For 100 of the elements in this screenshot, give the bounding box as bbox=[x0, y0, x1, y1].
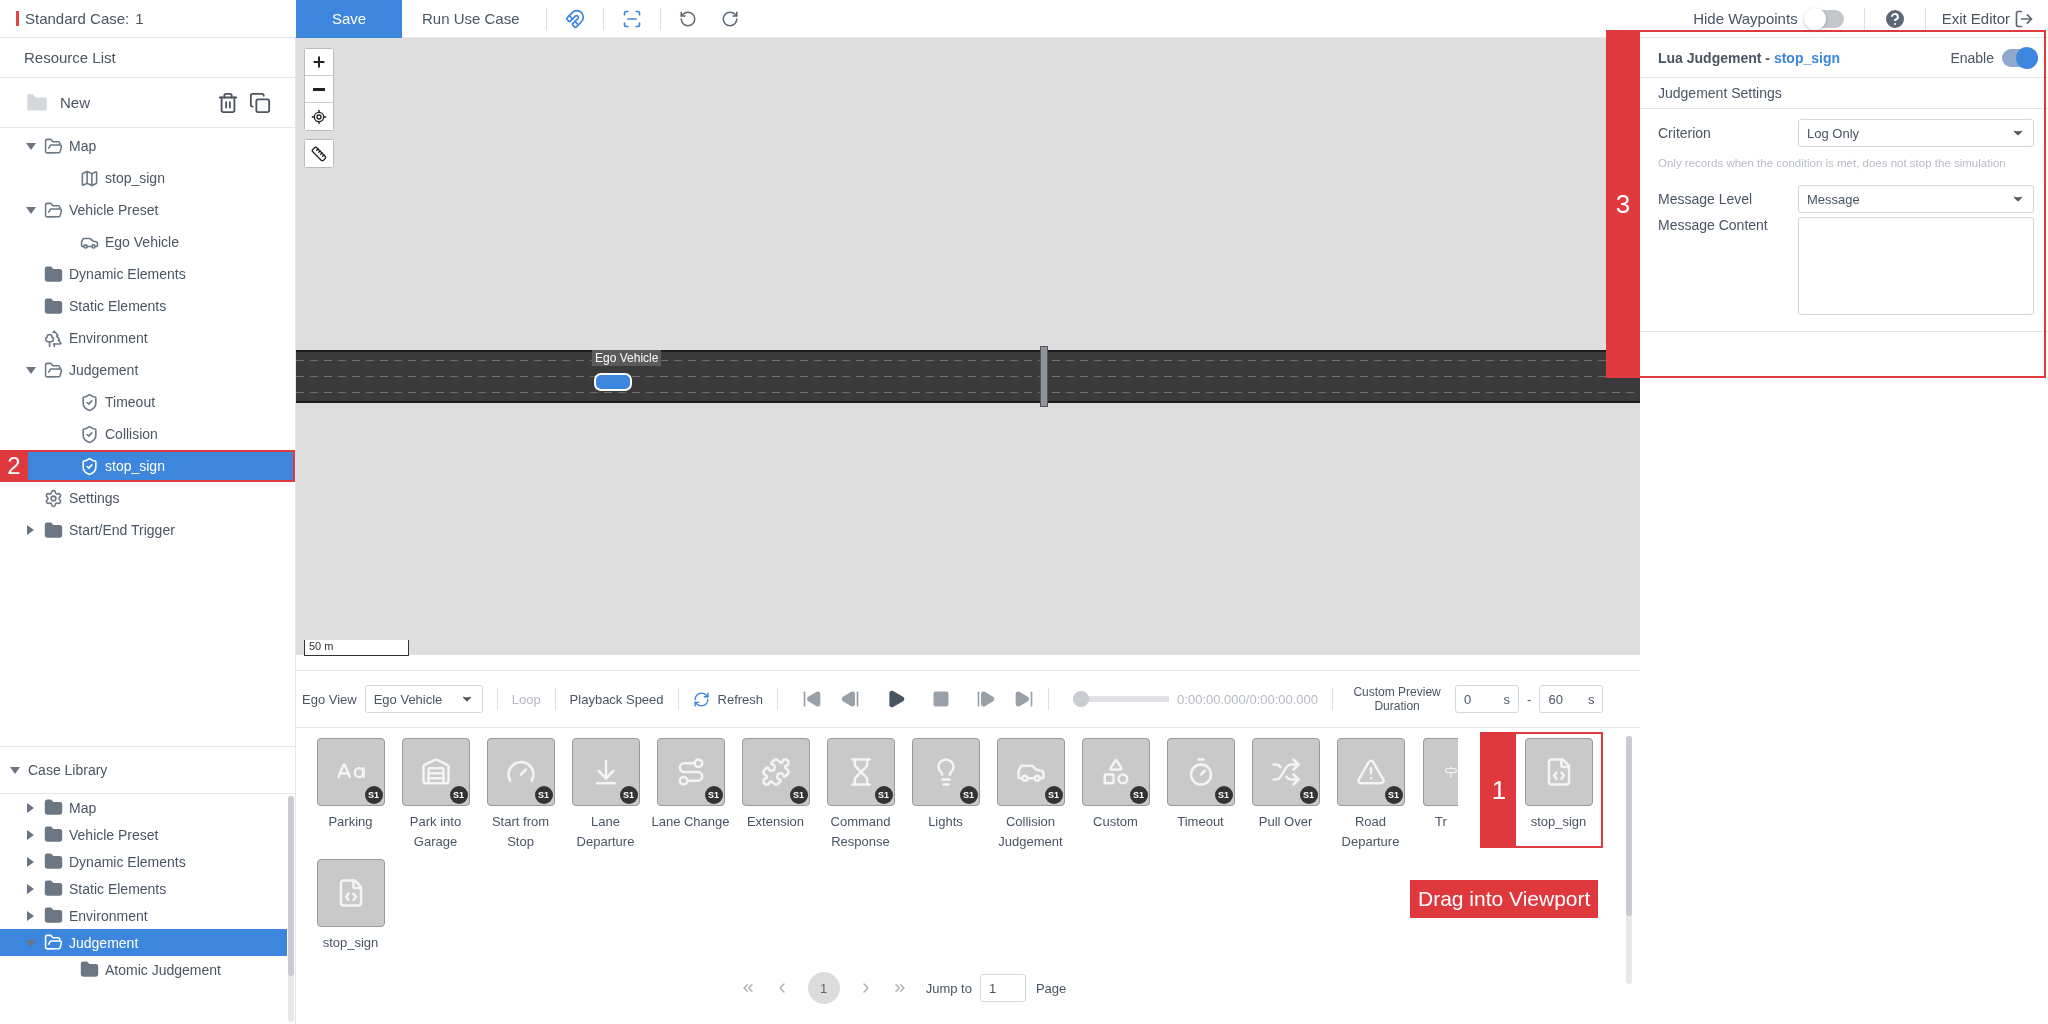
case-tile[interactable]: S1 bbox=[1081, 738, 1150, 806]
step-forward-icon[interactable] bbox=[976, 689, 997, 709]
play-icon[interactable] bbox=[886, 689, 907, 709]
tree-item[interactable]: Vehicle Preset bbox=[0, 821, 287, 848]
tree-item[interactable]: Atomic Judgement bbox=[0, 956, 287, 983]
tree-item[interactable]: stop_sign bbox=[0, 162, 295, 194]
case-tile[interactable]: S1 bbox=[1166, 738, 1235, 806]
puzzle-icon bbox=[760, 757, 791, 787]
zoom-in-button[interactable] bbox=[305, 49, 333, 76]
start-field[interactable]: 0 s bbox=[1455, 685, 1520, 713]
tree-item[interactable]: Map bbox=[0, 130, 295, 162]
tree-item[interactable]: Dynamic Elements bbox=[0, 258, 295, 290]
vehicle-marker[interactable] bbox=[594, 373, 632, 391]
annotation-number: 3 bbox=[1606, 30, 1640, 378]
case-tile[interactable]: S1 bbox=[1251, 738, 1320, 806]
ruler-button[interactable] bbox=[305, 140, 333, 167]
scrollbar[interactable] bbox=[288, 796, 294, 1022]
tree-item[interactable]: Environment bbox=[0, 322, 295, 354]
playback-speed-label[interactable]: Playback Speed bbox=[569, 691, 664, 707]
tile-badge: S1 bbox=[1044, 786, 1063, 804]
case-tile[interactable]: S1 bbox=[316, 738, 385, 806]
progress-thumb[interactable] bbox=[1073, 691, 1090, 707]
jump-to-field[interactable]: 1 bbox=[979, 974, 1026, 1002]
tile-badge: S1 bbox=[789, 786, 808, 804]
case-label: Standard Case: bbox=[25, 10, 130, 27]
undo-icon bbox=[678, 9, 697, 28]
case-tile[interactable] bbox=[1423, 738, 1458, 806]
tree-item[interactable]: Environment bbox=[0, 902, 287, 929]
tree-item[interactable]: Judgement bbox=[0, 354, 295, 386]
tree-item[interactable]: Judgement bbox=[0, 929, 287, 956]
case-tile[interactable]: S1 bbox=[571, 738, 640, 806]
message-content-field[interactable] bbox=[1798, 217, 2034, 315]
warning-icon bbox=[1355, 757, 1386, 787]
shield-icon bbox=[80, 424, 99, 444]
tree-item[interactable]: Dynamic Elements bbox=[0, 848, 287, 875]
open-folder-icon bbox=[44, 360, 63, 380]
garage-icon bbox=[420, 757, 451, 787]
folder-icon bbox=[44, 296, 63, 316]
case-tile[interactable]: S1 bbox=[1336, 738, 1405, 806]
annotation-label: Drag into Viewport bbox=[1410, 880, 1599, 918]
hide-waypoints-toggle[interactable] bbox=[1805, 9, 1844, 28]
case-number: 1 bbox=[135, 10, 144, 27]
tree-item[interactable]: Timeout bbox=[0, 386, 295, 418]
ego-view-select[interactable]: Ego Vehicle bbox=[364, 685, 483, 713]
enable-toggle[interactable] bbox=[2002, 48, 2036, 67]
case-tile[interactable]: S1 bbox=[826, 738, 895, 806]
tree-item[interactable]: Start/End Trigger bbox=[0, 514, 295, 546]
map-icon bbox=[80, 168, 99, 188]
shield-icon bbox=[80, 456, 99, 476]
skip-back-icon[interactable] bbox=[802, 689, 823, 709]
refresh-button[interactable]: Refresh bbox=[717, 691, 764, 707]
scrollbar[interactable] bbox=[1626, 736, 1632, 984]
folder-icon bbox=[44, 879, 63, 898]
copy-icon[interactable] bbox=[249, 91, 271, 114]
case-tile[interactable]: S1 bbox=[486, 738, 555, 806]
exit-icon[interactable] bbox=[2014, 8, 2034, 29]
vehicle-label: Ego Vehicle bbox=[592, 350, 662, 366]
run-use-case-button[interactable]: Run Use Case bbox=[402, 10, 540, 27]
tree-item[interactable]: Collision bbox=[0, 418, 295, 450]
tree-item[interactable]: Ego Vehicle bbox=[0, 226, 295, 258]
message-level-select[interactable]: Message bbox=[1798, 185, 2034, 213]
tile-label: Extension bbox=[745, 813, 806, 831]
ruler-icon bbox=[311, 145, 327, 162]
page-button[interactable]: 1 bbox=[807, 972, 840, 1004]
tree-item[interactable]: 2 stop_sign bbox=[0, 450, 295, 482]
case-tile[interactable]: S1 bbox=[401, 738, 470, 806]
criterion-select[interactable]: Log Only bbox=[1798, 119, 2034, 147]
exit-editor-button[interactable]: Exit Editor bbox=[1931, 10, 2014, 27]
redo-icon bbox=[720, 9, 739, 28]
tree-item[interactable]: Static Elements bbox=[0, 290, 295, 322]
criterion-hint: Only records when the condition is met, does not stop the simulation bbox=[1657, 156, 2007, 171]
minus-icon bbox=[313, 87, 325, 91]
end-field[interactable]: 60 s bbox=[1539, 685, 1604, 713]
case-tile[interactable]: S1 bbox=[741, 738, 810, 806]
enable-label: Enable bbox=[1950, 49, 1994, 66]
tree-item[interactable]: Static Elements bbox=[0, 875, 287, 902]
refresh-icon[interactable] bbox=[692, 690, 710, 708]
step-back-icon[interactable] bbox=[840, 689, 861, 709]
resource-list-title: Resource List bbox=[0, 38, 295, 78]
panel-title: Lua Judgement - stop_sign bbox=[1658, 49, 1841, 66]
case-library-header[interactable]: Case Library bbox=[0, 747, 295, 793]
tile-badge: S1 bbox=[449, 786, 468, 804]
skip-forward-icon[interactable] bbox=[1014, 689, 1035, 709]
tile-badge: S1 bbox=[1299, 786, 1318, 804]
case-tile[interactable]: S1 bbox=[911, 738, 980, 806]
case-tile[interactable]: S1 bbox=[656, 738, 725, 806]
case-tile[interactable] bbox=[316, 859, 385, 927]
case-tile[interactable] bbox=[1524, 738, 1593, 806]
tree-item[interactable]: Settings bbox=[0, 482, 295, 514]
delete-icon[interactable] bbox=[217, 91, 239, 114]
new-button[interactable]: New bbox=[60, 94, 90, 111]
message-level-label: Message Level bbox=[1658, 191, 1754, 207]
tree-item[interactable]: Vehicle Preset bbox=[0, 194, 295, 226]
tree-item[interactable]: Map bbox=[0, 794, 287, 821]
save-button[interactable]: Save bbox=[296, 0, 402, 38]
open-folder-icon bbox=[44, 136, 63, 156]
folder-icon bbox=[44, 825, 63, 844]
stop-icon[interactable] bbox=[932, 690, 951, 708]
case-tile[interactable]: S1 bbox=[996, 738, 1065, 806]
tile-label: Parking bbox=[327, 813, 374, 831]
